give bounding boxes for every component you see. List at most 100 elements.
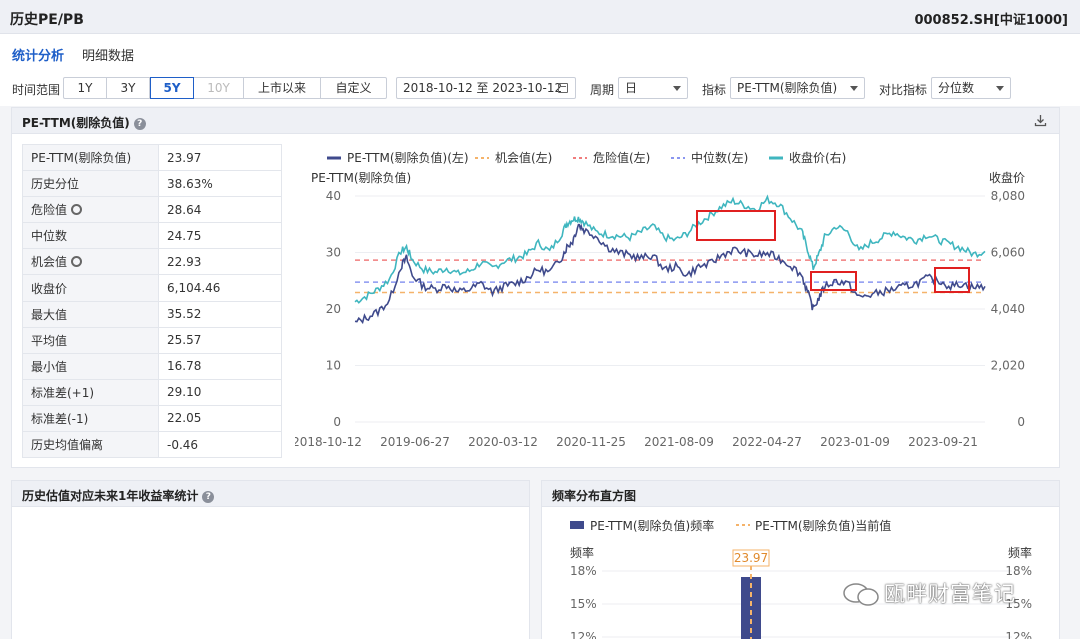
period-value: 日 xyxy=(625,81,638,95)
return-stats-header: 历史估值对应未来1年收益率统计? xyxy=(12,481,529,507)
histogram-y-tick-right: 12% xyxy=(1005,630,1032,639)
stats-key: 最大值 xyxy=(22,300,159,328)
histogram-y-label-right: 频率 xyxy=(1008,545,1032,560)
y-right-tick: 8,080 xyxy=(991,189,1025,203)
x-tick: 2022-04-27 xyxy=(732,435,802,449)
y-left-tick: 10 xyxy=(326,359,341,373)
indicator-select[interactable]: PE-TTM(剔除负值) xyxy=(730,77,865,99)
compare-select[interactable]: 分位数 xyxy=(931,77,1011,99)
current-value-label: 23.97 xyxy=(734,551,768,565)
range-1y-button[interactable]: 1Y xyxy=(64,78,107,98)
stats-key-text: 历史分位 xyxy=(31,177,80,192)
index-code: 000852.SH[中证1000] xyxy=(914,13,1068,28)
title-bar: 历史PE/PB 000852.SH[中证1000] xyxy=(0,0,1080,34)
stats-key-text: 标准差(+1) xyxy=(31,385,95,400)
stats-value: 6,104.46 xyxy=(158,274,282,302)
x-tick: 2020-11-25 xyxy=(556,435,626,449)
help-icon[interactable]: ? xyxy=(202,491,215,503)
stats-key-text: 历史均值偏离 xyxy=(31,438,104,453)
legend-label: 收盘价(右) xyxy=(789,150,846,165)
stats-value: 22.93 xyxy=(158,248,282,276)
stats-key: 最小值 xyxy=(22,352,159,380)
stats-key: PE-TTM(剔除负值) xyxy=(22,143,159,172)
y-left-axis-label: PE-TTM(剔除负值) xyxy=(311,170,411,185)
histogram-y-label: 频率 xyxy=(570,545,594,560)
stats-key-text: 标准差(-1) xyxy=(31,411,89,426)
histogram-y-tick: 12% xyxy=(570,630,597,639)
legend-label: PE-TTM(剔除负值)频率 xyxy=(590,518,714,533)
histogram-y-tick: 15% xyxy=(570,597,597,611)
stats-row: 收盘价 6,104.46 xyxy=(22,274,282,302)
pe-chart: PE-TTM(剔除负值)(左) 机会值(左) 危险值(左) 中位数(左) 收盘价(右) P… xyxy=(295,150,1025,449)
stats-value: 38.63% xyxy=(158,170,282,198)
histogram-header: 频率分布直方图 xyxy=(542,481,1059,507)
y-right-tick: 0 xyxy=(1017,415,1025,429)
y-left-tick: 0 xyxy=(333,415,341,429)
gear-icon[interactable] xyxy=(71,204,83,216)
pe-panel-title: PE-TTM(剔除负值)? xyxy=(22,114,146,131)
stats-table: PE-TTM(剔除负值) 23.97 历史分位 38.63% 危险值 28.64 中位数 24… xyxy=(22,143,282,459)
histogram-panel: 频率分布直方图 PE-TTM(剔除负值)频率 PE-TTM(剔除负值)当前值 频率 频… xyxy=(541,480,1060,639)
stats-key-text: PE-TTM(剔除负值) xyxy=(31,151,132,166)
compare-label: 对比指标 xyxy=(879,83,928,97)
filter-bar: 时间范围 1Y 3Y 5Y 10Y 上市以来 自定义 2018-10-12 至 … xyxy=(0,70,1080,106)
date-range-value: 2018-10-12 至 2023-10-12 xyxy=(403,81,563,95)
wechat-icon xyxy=(843,583,879,606)
time-range-label: 时间范围 xyxy=(12,83,61,97)
range-since-listing-button[interactable]: 上市以来 xyxy=(244,78,321,98)
legend-swatch xyxy=(570,521,584,529)
stats-key-text: 机会值 xyxy=(31,255,68,270)
download-icon[interactable] xyxy=(1034,114,1047,127)
help-icon[interactable]: ? xyxy=(133,118,146,130)
stats-row: 中位数 24.75 xyxy=(22,222,282,250)
stats-key: 标准差(+1) xyxy=(22,378,159,406)
stats-value: 22.05 xyxy=(158,404,282,433)
stats-key-text: 最小值 xyxy=(31,359,68,374)
range-3y-button[interactable]: 3Y xyxy=(107,78,150,98)
stats-key: 收盘价 xyxy=(22,274,159,302)
stats-key: 历史分位 xyxy=(22,170,159,198)
y-left-tick: 40 xyxy=(326,189,341,203)
x-tick: 2018-10-12 xyxy=(295,435,362,449)
chevron-down-icon xyxy=(673,86,681,91)
stats-key-text: 最大值 xyxy=(31,307,68,322)
date-range-input[interactable]: 2018-10-12 至 2023-10-12 xyxy=(396,77,576,99)
x-tick: 2020-03-12 xyxy=(468,435,538,449)
stats-value: 16.78 xyxy=(158,352,282,380)
stats-row: 标准差(-1) 22.05 xyxy=(22,404,282,433)
stats-value: 23.97 xyxy=(158,143,282,172)
page-title: 历史PE/PB xyxy=(10,12,84,28)
period-label: 周期 xyxy=(590,83,615,97)
watermark-text: 瓯畔财富笔记 xyxy=(884,582,1016,606)
highlight-box xyxy=(934,267,970,293)
histogram-y-tick: 18% xyxy=(570,564,597,578)
stats-value: 25.57 xyxy=(158,326,282,354)
stats-key: 历史均值偏离 xyxy=(22,431,159,459)
return-stats-panel: 历史估值对应未来1年收益率统计? xyxy=(11,480,530,639)
tab-statistics[interactable]: 统计分析 xyxy=(12,45,65,72)
stats-row: 标准差(+1) 29.10 xyxy=(22,378,282,406)
indicator-label: 指标 xyxy=(702,83,727,97)
stats-key-text: 平均值 xyxy=(31,333,68,348)
stats-value: 35.52 xyxy=(158,300,282,328)
stats-key: 危险值 xyxy=(22,196,159,224)
stats-row: 最大值 35.52 xyxy=(22,300,282,328)
compare-value: 分位数 xyxy=(938,81,975,95)
range-custom-button[interactable]: 自定义 xyxy=(321,78,386,98)
tab-detail-data[interactable]: 明细数据 xyxy=(82,45,134,64)
chevron-down-icon xyxy=(850,86,858,91)
gear-icon[interactable] xyxy=(71,256,83,268)
period-select[interactable]: 日 xyxy=(618,77,688,99)
histogram-title: 频率分布直方图 xyxy=(552,489,637,503)
tab-bar: 统计分析 明细数据 xyxy=(0,34,1080,72)
range-5y-button[interactable]: 5Y xyxy=(150,77,194,99)
stats-row: 危险值 28.64 xyxy=(22,196,282,224)
return-stats-title: 历史估值对应未来1年收益率统计? xyxy=(22,487,215,504)
stats-row: 历史均值偏离 -0.46 xyxy=(22,431,282,459)
stats-key: 平均值 xyxy=(22,326,159,354)
pe-panel-header: PE-TTM(剔除负值)? xyxy=(12,108,1059,134)
range-10y-button[interactable]: 10Y xyxy=(194,78,244,98)
pe-panel: PE-TTM(剔除负值)? PE-TTM(剔除负值) 23.97 历史分位 38.63… xyxy=(11,107,1060,468)
stats-row: 平均值 25.57 xyxy=(22,326,282,354)
indicator-value: PE-TTM(剔除负值) xyxy=(737,81,838,95)
